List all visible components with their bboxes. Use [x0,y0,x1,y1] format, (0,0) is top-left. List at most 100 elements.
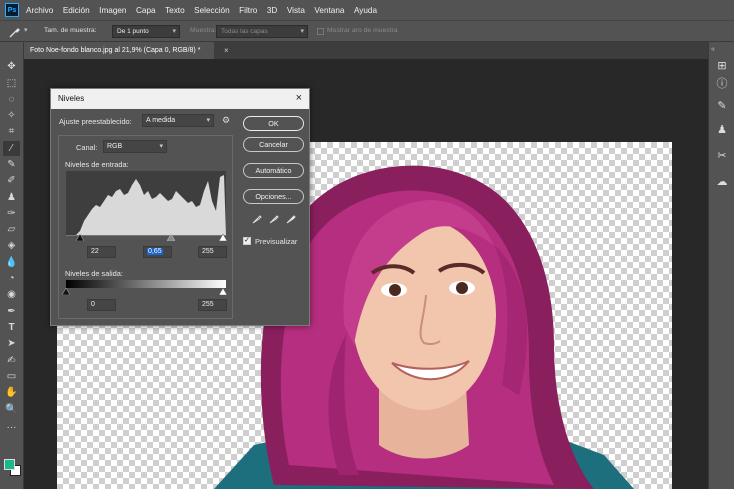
output-black-field[interactable]: 0 [87,299,116,311]
show-ring-label: Mostrar aro de muestra [327,27,398,34]
eyedropper-tool-icon[interactable]: ⁄ [3,141,20,156]
preview-checkbox[interactable]: ✓ [243,237,251,245]
clone-source-icon[interactable]: ♟ [714,122,730,138]
tool-presets-icon[interactable]: ✂ [714,148,730,164]
sample-size-select[interactable]: De 1 punto ▾ [112,25,180,38]
document-tab-bar: Foto Noe-fondo blanco.jpg al 21,9% (Capa… [24,42,708,59]
input-levels-label: Niveles de entrada: [65,160,129,169]
input-white-slider[interactable] [219,234,227,241]
dialog-title: Niveles [58,94,85,103]
output-white-slider[interactable] [219,288,227,295]
more-tools-icon[interactable]: ··· [3,420,20,435]
auto-button[interactable]: Automático [243,163,304,178]
tab-close-icon[interactable]: × [224,42,229,59]
eyedropper-icon[interactable] [8,25,22,39]
output-white-field[interactable]: 255 [198,299,227,311]
sample-label: Muestra: [190,27,217,34]
sample-size-label: Tam. de muestra: [44,27,97,34]
menu-archivo[interactable]: Archivo [26,6,53,15]
tool-preset-chevron-icon[interactable]: ▾ [24,26,28,34]
dialog-title-bar[interactable]: Niveles [51,89,309,109]
document-tab[interactable]: Foto Noe-fondo blanco.jpg al 21,9% (Capa… [24,42,214,59]
brush-settings-icon[interactable]: ✎ [714,98,730,114]
history-brush-tool-icon[interactable]: ✑ [3,206,20,221]
input-black-field[interactable]: 22 [87,246,116,258]
type-tool-icon[interactable]: T [3,320,20,335]
channel-value: RGB [107,143,123,150]
preset-gear-icon[interactable]: ⚙ [222,115,230,126]
menu-imagen[interactable]: Imagen [99,6,126,15]
sponge-tool-icon[interactable]: ◉ [3,287,20,302]
chevron-down-icon: ▾ [159,143,163,150]
photoshop-logo: Ps [5,3,19,17]
menu-texto[interactable]: Texto [165,6,185,15]
options-bar: ▾ Tam. de muestra: De 1 punto ▾ Muestra:… [0,20,734,42]
options-button[interactable]: Opciones... [243,189,304,204]
output-gradient-bar [66,280,226,288]
chevron-down-icon: ▾ [206,117,210,124]
paint-bucket-tool-icon[interactable]: ◈ [3,238,20,253]
sample-select[interactable]: Todas las capas ▾ [216,25,308,38]
menu-bar: Ps Archivo Edición Imagen Capa Texto Sel… [0,0,734,20]
menu-ayuda[interactable]: Ayuda [354,6,377,15]
preset-select[interactable]: A medida ▾ [142,114,214,127]
show-ring-checkbox[interactable] [317,28,324,35]
tools-panel: ✥ ⬚ ◌ ✧ ⌗ ⁄ ✎ ✐ ♟ ✑ ▱ ◈ 💧 ◔ ◉ ✒ T ➤ ✍ ▭ … [0,42,24,489]
dialog-close-icon[interactable]: × [296,92,302,104]
magic-wand-tool-icon[interactable]: ✧ [3,108,20,123]
menu-filtro[interactable]: Filtro [239,6,257,15]
input-gamma-value: 0,65 [147,248,163,255]
pen-tool-icon[interactable]: ✒ [3,304,20,319]
preset-value: A medida [146,117,176,124]
crop-tool-icon[interactable]: ⌗ [3,124,20,139]
right-panel-dock: « ⊞ ⓘ ✎ ♟ ✂ ☁ [708,42,734,489]
gray-eyedropper-icon[interactable] [268,213,280,225]
menu-capa[interactable]: Capa [136,6,156,15]
eraser-tool-icon[interactable]: ▱ [3,222,20,237]
white-eyedropper-icon[interactable] [285,213,297,225]
input-black-slider[interactable] [76,234,84,241]
brush-tool-icon[interactable]: ✐ [3,173,20,188]
levels-dialog: Niveles × Ajuste preestablecido: A medid… [50,88,310,326]
channel-label: Canal: [76,143,98,152]
sample-value: Todas las capas [221,28,268,35]
path-selection-tool-icon[interactable]: ➤ [3,336,20,351]
blur-tool-icon[interactable]: 💧 [3,255,20,270]
channel-select[interactable]: RGB ▾ [103,140,167,153]
menu-seleccion[interactable]: Selección [194,6,230,15]
output-black-slider[interactable] [62,288,70,295]
cancel-button[interactable]: Cancelar [243,137,304,152]
sample-size-value: De 1 punto [117,28,149,35]
libraries-icon[interactable]: ☁ [714,174,730,190]
menu-edicion[interactable]: Edición [63,6,90,15]
input-gamma-field[interactable]: 0,65 [143,246,172,258]
foreground-color-swatch[interactable] [4,459,15,470]
preset-label: Ajuste preestablecido: [59,117,132,126]
preview-label: Previsualizar [255,237,298,246]
levels-histogram [66,171,226,235]
pen-anchor-tool-icon[interactable]: ✍ [3,353,20,368]
lasso-tool-icon[interactable]: ◌ [3,92,20,107]
healing-brush-tool-icon[interactable]: ✎ [3,157,20,172]
output-levels-label: Niveles de salida: [65,269,123,278]
menu-3d[interactable]: 3D [267,6,277,15]
menu-ventana[interactable]: Ventana [314,6,344,15]
rectangle-tool-icon[interactable]: ▭ [3,369,20,384]
hand-tool-icon[interactable]: ✋ [3,385,20,400]
zoom-tool-icon[interactable]: 🔍 [3,402,20,417]
channels-panel-icon[interactable]: ⊞ [714,58,730,74]
info-panel-icon[interactable]: ⓘ [714,76,730,92]
menu-vista[interactable]: Vista [287,6,305,15]
black-eyedropper-icon[interactable] [251,213,263,225]
input-slider-track [66,235,226,236]
collapse-panels-icon[interactable]: « [711,46,715,53]
clone-stamp-tool-icon[interactable]: ♟ [3,190,20,205]
chevron-down-icon: ▾ [300,28,304,35]
ok-button[interactable]: OK [243,116,304,131]
marquee-tool-icon[interactable]: ⬚ [3,76,20,91]
dodge-tool-icon[interactable]: ◔ [3,271,20,286]
chevron-down-icon: ▾ [172,28,176,35]
move-tool-icon[interactable]: ✥ [3,59,20,74]
input-white-field[interactable]: 255 [198,246,227,258]
input-gamma-slider[interactable] [167,234,175,241]
